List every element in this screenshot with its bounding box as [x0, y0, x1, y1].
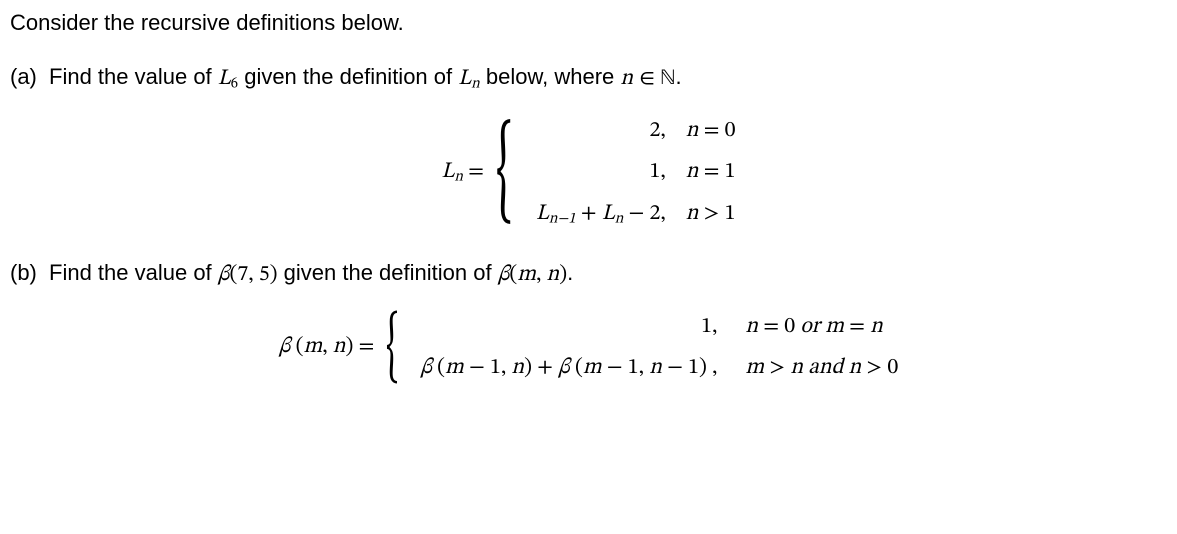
eq-a-lhs: Ln =: [441, 158, 484, 188]
natural-numbers: ℕ: [660, 68, 675, 90]
case1-cond: n = 0: [686, 117, 736, 147]
left-brace-icon-b: {: [386, 318, 397, 379]
beta-symbol-2: β: [498, 264, 510, 286]
lhs-L: L: [441, 161, 454, 183]
case3-cond: n > 1: [686, 200, 736, 230]
case3-val: Ln−1 + Ln − 2,: [536, 200, 666, 230]
b-case1-val: 1,: [420, 313, 717, 343]
case1-val: 2,: [536, 117, 666, 147]
sub-n: n: [471, 76, 480, 91]
part-b-text-before: Find the value of: [49, 260, 218, 285]
args-m-n: (m, n): [509, 264, 567, 286]
L-symbol: L: [218, 68, 231, 90]
element-of: ∈: [639, 68, 660, 90]
b-case2-val: β (m − 1, n) + β (m − 1, n − 1) ,: [420, 354, 717, 384]
case2-cond: n = 1: [686, 158, 736, 188]
cases-a: 2, n = 0 1, n = 1 Ln−1 + Ln − 2, n > 1: [536, 117, 736, 230]
part-a-label: (a): [10, 64, 37, 89]
cases-b: 1, n = 0 or m = n β (m − 1, n) + β (m − …: [420, 313, 898, 384]
period: .: [675, 64, 681, 89]
part-a-text-before: Find the value of: [49, 64, 218, 89]
part-a-text-after: below, where: [486, 64, 621, 89]
part-b-text-mid: given the definition of: [284, 260, 498, 285]
case2-val: 1,: [536, 158, 666, 188]
sub-6: 6: [231, 76, 238, 91]
eq-sign: =: [463, 161, 484, 183]
n-var: n: [620, 68, 633, 90]
equation-b: β (m, n) = { 1, n = 0 or m = n β (m − 1,…: [10, 313, 1167, 384]
b-case2-cond: m > n and n > 0: [745, 354, 898, 384]
intro-text: Consider the recursive definitions below…: [10, 10, 404, 35]
part-a: (a) Find the value of L6 given the defin…: [10, 62, 1167, 95]
eq-b-lhs: β (m, n) =: [279, 333, 375, 363]
part-b-label: (b): [10, 260, 37, 285]
period-b: .: [567, 260, 573, 285]
L-symbol-2: L: [458, 68, 471, 90]
beta-symbol: β: [218, 264, 230, 286]
args-7-5: (7, 5): [229, 264, 277, 286]
b-case1-cond: n = 0 or m = n: [745, 313, 898, 343]
left-brace-icon: {: [496, 133, 509, 214]
part-a-text-mid: given the definition of: [244, 64, 458, 89]
problem-intro: Consider the recursive definitions below…: [10, 8, 1167, 38]
lhs-sub: n: [454, 170, 463, 185]
equation-a: Ln = { 2, n = 0 1, n = 1 Ln−1 + Ln − 2, …: [10, 117, 1167, 230]
part-b: (b) Find the value of β(7, 5) given the …: [10, 258, 1167, 291]
